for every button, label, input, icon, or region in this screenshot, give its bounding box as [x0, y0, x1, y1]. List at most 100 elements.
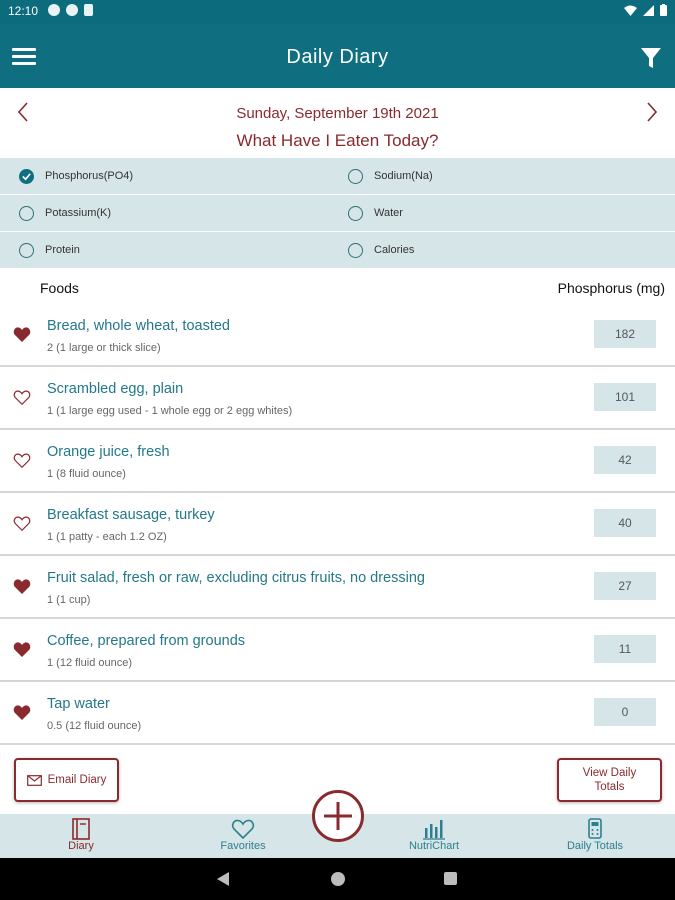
food-value: 40 — [594, 509, 656, 537]
email-diary-label: Email Diary — [47, 774, 107, 786]
option-label: Water — [374, 207, 403, 219]
battery-icon — [660, 4, 667, 16]
nutrient-column-header: Phosphorus (mg) — [557, 280, 665, 296]
food-row[interactable]: Tap water 0.5 (12 fluid ounce) 0 — [0, 682, 675, 745]
tab-label: NutriChart — [408, 840, 460, 852]
radio-checked-icon — [19, 168, 34, 184]
food-value: 0 — [594, 698, 656, 726]
food-row[interactable]: Coffee, prepared from grounds 1 (12 flui… — [0, 619, 675, 682]
view-daily-totals-button[interactable]: View Daily Totals — [557, 758, 662, 802]
food-row[interactable]: Scrambled egg, plain 1 (1 large egg used… — [0, 367, 675, 430]
system-icons — [624, 4, 667, 16]
option-water[interactable]: Water — [348, 195, 403, 231]
food-value: 101 — [594, 383, 656, 411]
diary-icon — [72, 818, 90, 840]
page-title: Daily Diary — [286, 46, 389, 68]
view-totals-label-line1: View Daily — [582, 767, 637, 779]
bar-chart-icon — [423, 820, 445, 840]
option-potassium[interactable]: Potassium(K) — [19, 195, 111, 231]
food-value: 42 — [594, 446, 656, 474]
food-serving: 2 (1 large or thick slice) — [47, 342, 161, 354]
calculator-icon — [588, 818, 602, 839]
food-row[interactable]: Fruit salad, fresh or raw, excluding cit… — [0, 556, 675, 619]
diary-question: What Have I Eaten Today? — [236, 131, 439, 150]
option-calories[interactable]: Calories — [348, 232, 414, 268]
notification-icon — [48, 4, 60, 16]
food-value: 27 — [594, 572, 656, 600]
food-serving: 1 (1 cup) — [47, 594, 91, 606]
option-label: Protein — [45, 244, 80, 256]
home-icon[interactable] — [331, 872, 345, 886]
food-name: Orange juice, fresh — [47, 444, 170, 460]
notification-icons — [48, 4, 93, 16]
list-header: Foods Phosphorus (mg) — [0, 268, 675, 304]
tab-daily-totals[interactable]: Daily Totals — [555, 814, 635, 858]
radio-unchecked-icon — [19, 242, 34, 258]
foods-column-header: Foods — [40, 280, 79, 296]
option-label: Sodium(Na) — [374, 170, 433, 182]
diary-date: Sunday, September 19th 2021 — [236, 105, 439, 122]
food-name: Fruit salad, fresh or raw, excluding cit… — [47, 570, 425, 586]
option-sodium[interactable]: Sodium(Na) — [348, 158, 433, 194]
view-totals-label-line2: Totals — [594, 781, 625, 793]
nutrient-row: Protein Calories — [0, 232, 675, 268]
app-bar: Daily Diary — [0, 24, 675, 88]
option-protein[interactable]: Protein — [19, 232, 80, 268]
envelope-icon — [26, 774, 42, 786]
radio-unchecked-icon — [348, 242, 363, 258]
tab-label: Favorites — [220, 840, 266, 852]
sd-card-icon — [84, 4, 93, 16]
food-name: Coffee, prepared from grounds — [47, 633, 246, 649]
heart-icon — [231, 819, 255, 840]
system-navigation-bar — [0, 858, 675, 900]
radio-unchecked-icon — [348, 168, 363, 184]
option-label: Phosphorus(PO4) — [45, 170, 134, 182]
food-row[interactable]: Orange juice, fresh 1 (8 fluid ounce) 42 — [0, 430, 675, 493]
next-day-icon[interactable] — [641, 100, 661, 124]
food-name: Breakfast sausage, turkey — [47, 507, 215, 523]
wifi-icon — [624, 5, 637, 16]
food-row[interactable]: Bread, whole wheat, toasted 2 (1 large o… — [0, 304, 675, 367]
heart-outline-icon[interactable] — [13, 452, 31, 469]
heart-outline-icon[interactable] — [13, 515, 31, 532]
filter-icon[interactable] — [639, 46, 663, 70]
option-phosphorus[interactable]: Phosphorus(PO4) — [19, 158, 133, 194]
radio-unchecked-icon — [19, 205, 34, 221]
nutrient-row: Potassium(K) Water — [0, 195, 675, 232]
heart-outline-icon[interactable] — [13, 389, 31, 406]
date-navigation: Sunday, September 19th 2021 What Have I … — [0, 88, 675, 158]
heart-filled-icon[interactable] — [13, 326, 31, 343]
food-row[interactable]: Breakfast sausage, turkey 1 (1 patty - e… — [0, 493, 675, 556]
status-time: 12:10 — [8, 4, 39, 18]
food-name: Scrambled egg, plain — [47, 381, 184, 397]
tab-label: Diary — [68, 840, 94, 852]
food-serving: 1 (1 patty - each 1.2 OZ) — [47, 531, 167, 543]
tab-label: Daily Totals — [566, 840, 624, 852]
food-name: Bread, whole wheat, toasted — [47, 318, 230, 334]
tab-nutrichart[interactable]: NutriChart — [398, 814, 470, 858]
food-serving: 1 (12 fluid ounce) — [47, 657, 132, 669]
food-name: Tap water — [47, 696, 110, 712]
food-serving: 1 (8 fluid ounce) — [47, 468, 126, 480]
recent-apps-icon[interactable] — [444, 872, 457, 885]
plus-icon — [324, 802, 352, 830]
food-serving: 1 (1 large egg used - 1 whole egg or 2 e… — [47, 405, 293, 417]
nutrient-row: Phosphorus(PO4) Sodium(Na) — [0, 158, 675, 195]
tab-favorites[interactable]: Favorites — [207, 814, 279, 858]
food-value: 11 — [594, 635, 656, 663]
heart-filled-icon[interactable] — [13, 641, 31, 658]
signal-icon — [643, 4, 654, 16]
heart-filled-icon[interactable] — [13, 578, 31, 595]
back-icon[interactable] — [217, 872, 231, 886]
radio-unchecked-icon — [348, 205, 363, 221]
tab-diary[interactable]: Diary — [51, 814, 111, 858]
option-label: Potassium(K) — [45, 207, 112, 219]
add-food-button[interactable] — [312, 790, 364, 842]
nutrient-selector: Phosphorus(PO4) Sodium(Na) Potassium(K) … — [0, 158, 675, 268]
option-label: Calories — [374, 244, 415, 256]
heart-filled-icon[interactable] — [13, 704, 31, 721]
food-serving: 0.5 (12 fluid ounce) — [47, 720, 142, 732]
email-diary-button[interactable]: Email Diary — [14, 758, 119, 802]
food-value: 182 — [594, 320, 656, 348]
status-bar: 12:10 — [0, 0, 675, 24]
